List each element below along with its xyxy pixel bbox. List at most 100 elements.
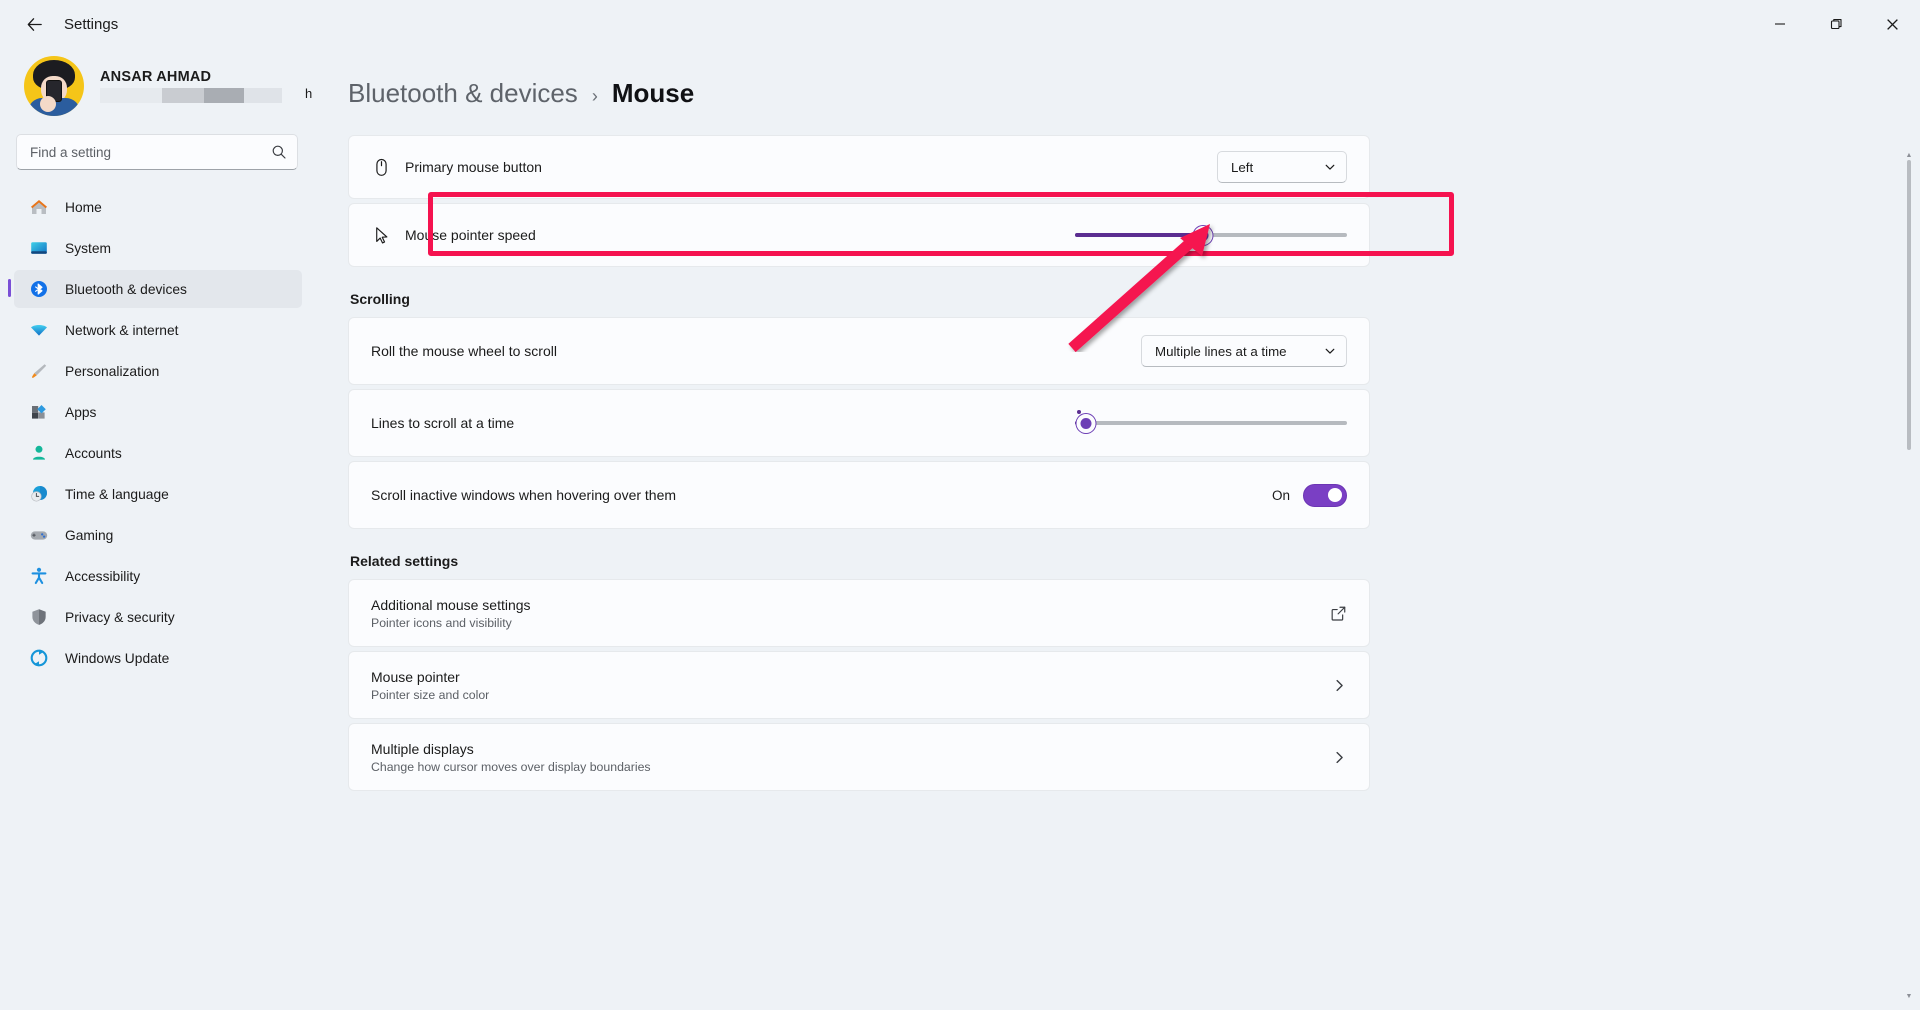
sidebar-item-home[interactable]: Home [14, 188, 302, 226]
title-bar: Settings [0, 0, 1920, 48]
sidebar: ANSAR AHMAD h Find a setting Home System… [0, 48, 320, 1010]
scrolling-heading: Scrolling [350, 291, 410, 307]
scroll-down-arrow-icon[interactable]: ▼ [1905, 993, 1913, 1000]
main-content: Bluetooth & devices › Mouse Primary mous… [320, 48, 1920, 1010]
user-profile[interactable]: ANSAR AHMAD h [14, 48, 312, 130]
mouse-pointer-text: Mouse pointer Pointer size and color [371, 669, 489, 702]
sidebar-item-network-internet[interactable]: Network & internet [14, 311, 302, 349]
app-title: Settings [64, 15, 119, 33]
additional-mouse-settings-text: Additional mouse settings Pointer icons … [371, 597, 531, 630]
scroll-up-arrow-icon[interactable]: ▲ [1905, 152, 1913, 159]
restore-icon [1830, 19, 1842, 30]
sidebar-item-label: System [65, 240, 111, 256]
breadcrumb: Bluetooth & devices › Mouse [330, 48, 1920, 135]
sidebar-item-label: Windows Update [65, 650, 170, 666]
profile-text: ANSAR AHMAD h [100, 69, 312, 103]
scrollbar-thumb[interactable] [1907, 160, 1911, 450]
back-arrow-icon [27, 17, 42, 31]
sidebar-item-time-language[interactable]: Time & language [14, 475, 302, 513]
roll-wheel-dropdown[interactable]: Multiple lines at a time [1141, 335, 1347, 367]
related-settings-heading: Related settings [350, 553, 459, 569]
mouse-pointer-row[interactable]: Mouse pointer Pointer size and color [348, 651, 1370, 719]
primary-mouse-button-row: Primary mouse button Left [348, 135, 1370, 199]
accounts-icon [28, 442, 50, 464]
sidebar-item-gaming[interactable]: Gaming [14, 516, 302, 554]
multiple-displays-row[interactable]: Multiple displays Change how cursor move… [348, 723, 1370, 791]
search-box[interactable] [16, 134, 298, 170]
sidebar-item-privacy-security[interactable]: Privacy & security [14, 598, 302, 636]
scroll-inactive-label: Scroll inactive windows when hovering ov… [371, 487, 677, 503]
lines-to-scroll-row: Lines to scroll at a time [348, 389, 1370, 457]
privacy-security-icon [28, 606, 50, 628]
pointer-icon [371, 225, 405, 246]
apps-icon [28, 401, 50, 423]
search-input[interactable] [30, 144, 271, 160]
sidebar-item-label: Privacy & security [65, 609, 175, 625]
scroll-inactive-state: On [1271, 487, 1290, 503]
bluetooth-icon [28, 278, 50, 300]
settings-window: Settings ANSAR AHMAD h Find a setting Ho… [0, 0, 1920, 1010]
scroll-inactive-row: Scroll inactive windows when hovering ov… [348, 461, 1370, 529]
profile-email-redacted: h [100, 86, 312, 103]
search-icon [272, 145, 286, 159]
sidebar-item-label: Apps [65, 404, 97, 420]
minimize-icon [1775, 23, 1785, 25]
sidebar-item-personalization[interactable]: Personalization [14, 352, 302, 390]
close-icon [1886, 18, 1898, 30]
mouse-icon [371, 157, 405, 178]
breadcrumb-parent[interactable]: Bluetooth & devices [348, 78, 578, 109]
primary-mouse-button-value: Left [1231, 159, 1254, 175]
multiple-displays-text: Multiple displays Change how cursor move… [371, 741, 651, 774]
minimize-button[interactable] [1752, 0, 1808, 48]
mouse-pointer-speed-row: Mouse pointer speed [348, 203, 1370, 267]
windows-update-icon [28, 647, 50, 669]
sidebar-item-system[interactable]: System [14, 229, 302, 267]
lines-to-scroll-slider[interactable] [1075, 409, 1347, 437]
breadcrumb-separator: › [591, 86, 598, 106]
time-language-icon [28, 483, 50, 505]
window-controls [1752, 0, 1920, 48]
sidebar-item-accessibility[interactable]: Accessibility [14, 557, 302, 595]
avatar [24, 56, 84, 116]
system-icon [28, 237, 50, 259]
multiple-displays-subtitle: Change how cursor moves over display bou… [371, 759, 651, 774]
back-button[interactable] [14, 7, 54, 41]
sidebar-item-accounts[interactable]: Accounts [14, 434, 302, 472]
sidebar-item-apps[interactable]: Apps [14, 393, 302, 431]
close-button[interactable] [1864, 0, 1920, 48]
sidebar-item-label: Gaming [65, 527, 114, 543]
roll-wheel-value: Multiple lines at a time [1155, 343, 1287, 359]
chevron-down-icon [1324, 161, 1336, 173]
additional-mouse-settings-title: Additional mouse settings [371, 596, 531, 613]
sidebar-item-label: Accounts [65, 445, 122, 461]
scroll-inactive-toggle-wrap: On [1271, 483, 1347, 507]
profile-name: ANSAR AHMAD [100, 69, 212, 85]
gaming-icon [28, 524, 50, 546]
window-body: ANSAR AHMAD h Find a setting Home System… [0, 48, 1920, 1010]
lines-to-scroll-label: Lines to scroll at a time [371, 415, 515, 431]
roll-wheel-label: Roll the mouse wheel to scroll [371, 343, 557, 359]
sidebar-item-bluetooth-devices[interactable]: Bluetooth & devices [8, 270, 302, 308]
roll-wheel-row: Roll the mouse wheel to scroll Multiple … [348, 317, 1370, 385]
mouse-pointer-subtitle: Pointer size and color [371, 687, 490, 702]
additional-mouse-settings-subtitle: Pointer icons and visibility [371, 615, 512, 630]
accessibility-icon [28, 565, 50, 587]
sidebar-item-label: Personalization [65, 363, 160, 379]
external-link-icon [1330, 605, 1347, 622]
chevron-down-icon [1324, 345, 1336, 357]
additional-mouse-settings-row[interactable]: Additional mouse settings Pointer icons … [348, 579, 1370, 647]
home-icon [28, 196, 50, 218]
primary-mouse-button-dropdown[interactable]: Left [1217, 151, 1347, 183]
sidebar-nav: Home System Bluetooth & devices Network … [8, 188, 302, 677]
page-title: Mouse [611, 78, 695, 108]
content-scrollbar[interactable]: ▲ ▼ [1904, 152, 1914, 1000]
settings-list: Primary mouse button Left Mouse pointer … [330, 135, 1370, 791]
sidebar-item-windows-update[interactable]: Windows Update [14, 639, 302, 677]
sidebar-item-label: Accessibility [65, 568, 141, 584]
scroll-inactive-toggle[interactable] [1303, 483, 1347, 507]
mouse-pointer-speed-slider[interactable] [1075, 221, 1347, 249]
network-icon [28, 319, 50, 341]
maximize-button[interactable] [1808, 0, 1864, 48]
mouse-pointer-speed-label: Mouse pointer speed [405, 227, 536, 243]
chevron-right-icon [1332, 750, 1347, 765]
